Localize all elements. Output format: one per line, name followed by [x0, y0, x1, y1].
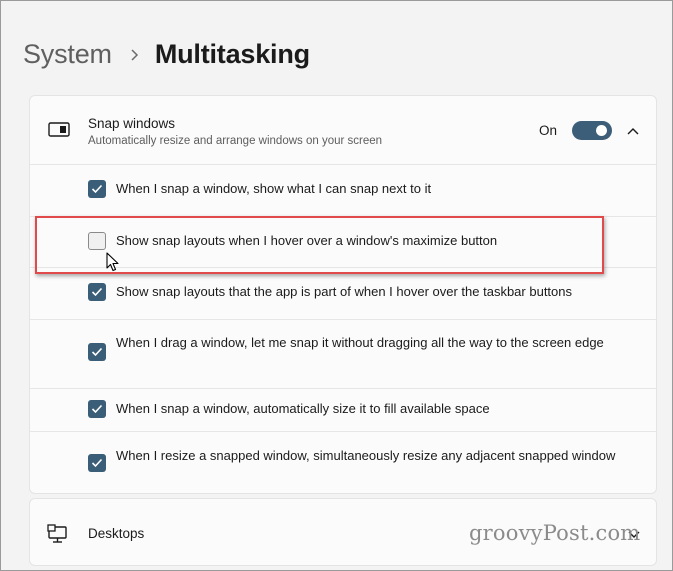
snap-option-checkbox[interactable] [88, 343, 106, 361]
watermark: groovyPost.com [469, 521, 641, 545]
snap-option-row: When I drag a window, let me snap it wit… [30, 320, 656, 389]
snap-option-checkbox[interactable] [88, 454, 106, 472]
snap-option-row: When I snap a window, automatically size… [30, 389, 656, 432]
snap-option-checkbox[interactable] [88, 180, 106, 198]
desktops-icon [47, 524, 69, 549]
chevron-up-icon[interactable] [626, 123, 640, 141]
snap-option-label: When I drag a window, let me snap it wit… [116, 335, 604, 350]
breadcrumb: System Multitasking [23, 39, 310, 70]
snap-option-row: Show snap layouts that the app is part o… [30, 268, 656, 320]
snap-option-label: Show snap layouts that the app is part o… [116, 284, 572, 299]
snap-option-row: When I resize a snapped window, simultan… [30, 432, 656, 492]
snap-windows-card: Snap windows Automatically resize and ar… [29, 95, 657, 494]
chevron-right-icon [130, 48, 139, 62]
snap-option-checkbox[interactable] [88, 400, 106, 418]
toggle-state-label: On [539, 123, 558, 138]
breadcrumb-system-link[interactable]: System [23, 39, 112, 70]
desktops-title: Desktops [88, 526, 145, 541]
settings-window: System Multitasking Snap windows Automat… [0, 0, 673, 571]
mouse-cursor-icon [106, 252, 120, 277]
page-title: Multitasking [154, 39, 310, 69]
snap-windows-toggle[interactable] [572, 121, 612, 140]
snap-option-row: When I snap a window, show what I can sn… [30, 165, 656, 217]
snap-windows-title: Snap windows [88, 116, 176, 131]
snap-option-checkbox[interactable] [88, 283, 106, 301]
snap-windows-description: Automatically resize and arrange windows… [88, 135, 383, 147]
snap-windows-header[interactable]: Snap windows Automatically resize and ar… [30, 96, 656, 165]
highlight-annotation [35, 216, 604, 274]
snap-windows-icon [48, 122, 70, 142]
snap-option-label: When I snap a window, show what I can sn… [116, 181, 432, 196]
snap-option-label: When I resize a snapped window, simultan… [116, 448, 616, 463]
snap-option-label: When I snap a window, automatically size… [116, 401, 490, 416]
toggle-knob [596, 125, 607, 136]
